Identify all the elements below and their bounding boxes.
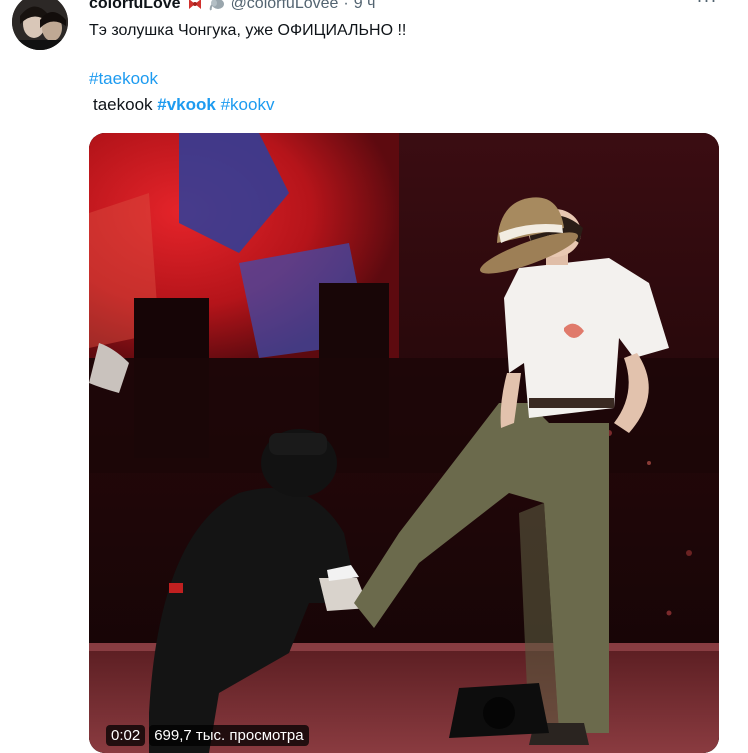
video-frame bbox=[89, 133, 719, 753]
tag-plain-text: taekook bbox=[93, 95, 158, 114]
hashtag-taekook[interactable]: #taekook bbox=[89, 69, 158, 88]
video-views: 699,7 тыс. просмотра bbox=[149, 724, 309, 746]
tags-line: taekook #vkook #kookv bbox=[93, 95, 274, 115]
tweet-header: colorfuLove @colorfuLovee · 9 ч bbox=[89, 0, 375, 16]
tweet-time[interactable]: 9 ч bbox=[354, 0, 376, 13]
author-avatar[interactable] bbox=[12, 0, 68, 50]
bow-icon bbox=[187, 0, 203, 12]
elephant-icon bbox=[209, 0, 225, 12]
tweet-text: Тэ золушка Чонгука, уже ОФИЦИАЛЬНО !! bbox=[89, 22, 407, 39]
hashtag-kookv[interactable]: #kookv bbox=[221, 95, 275, 114]
avatar-image bbox=[12, 0, 68, 50]
video-player[interactable] bbox=[89, 133, 719, 753]
more-dots-icon[interactable]: ··· bbox=[694, 0, 720, 10]
video-overlay: 0:02 699,7 тыс. просмотра bbox=[106, 724, 309, 746]
author-name[interactable]: colorfuLove bbox=[89, 0, 181, 13]
video-duration: 0:02 bbox=[106, 724, 146, 746]
author-handle[interactable]: @colorfuLovee bbox=[231, 0, 339, 13]
hashtag-vkook[interactable]: #vkook bbox=[157, 95, 216, 114]
separator-dot: · bbox=[343, 0, 349, 12]
hashtag-line: #taekook bbox=[89, 69, 158, 89]
